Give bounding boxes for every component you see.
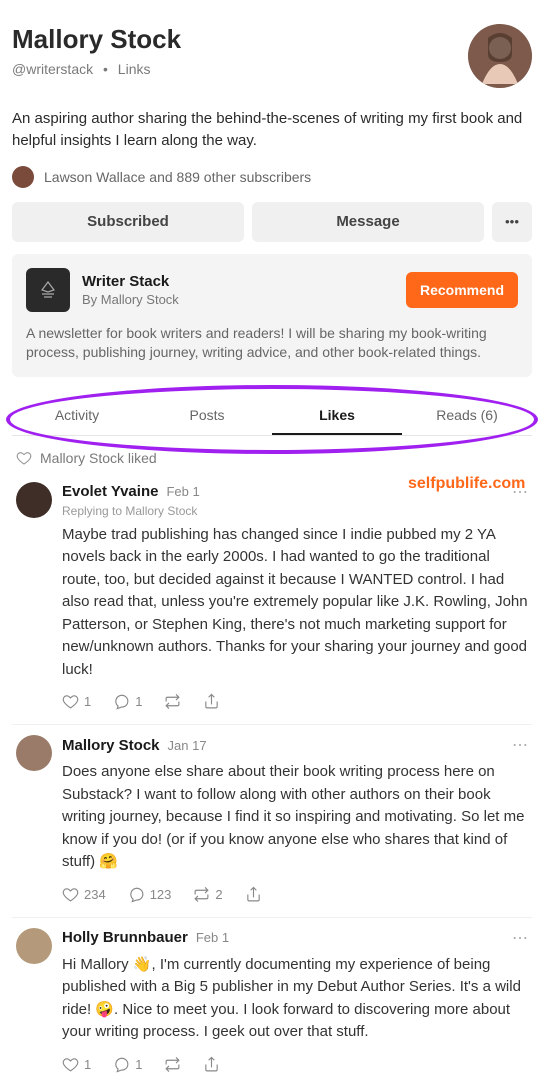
post: Holly Brunnbauer Feb 1 ⋯ Hi Mallory 👋, I… bbox=[12, 918, 532, 1087]
subscribers-text: Lawson Wallace and 889 other subscribers bbox=[44, 169, 311, 185]
comment-button[interactable]: 1 bbox=[113, 1056, 142, 1073]
post-body: Hi Mallory 👋, I'm currently documenting … bbox=[62, 954, 528, 1044]
subscribers-row[interactable]: Lawson Wallace and 889 other subscribers bbox=[12, 166, 532, 188]
newsletter-card: Writer Stack By Mallory Stock Recommend … bbox=[12, 254, 532, 377]
liked-indicator: Mallory Stock liked bbox=[16, 450, 532, 466]
tabs-container: Activity Posts Likes Reads (6) bbox=[12, 395, 532, 436]
restack-button[interactable] bbox=[164, 693, 181, 710]
post-more-icon[interactable]: ⋯ bbox=[512, 928, 528, 948]
profile-bio: An aspiring author sharing the behind-th… bbox=[12, 108, 532, 152]
like-count: 234 bbox=[84, 887, 106, 902]
comment-count: 1 bbox=[135, 694, 142, 709]
comment-count: 123 bbox=[150, 887, 172, 902]
post-more-icon[interactable]: ⋯ bbox=[512, 735, 528, 755]
post-avatar[interactable] bbox=[16, 928, 52, 964]
tab-posts[interactable]: Posts bbox=[142, 395, 272, 435]
newsletter-title[interactable]: Writer Stack bbox=[82, 273, 394, 290]
post-date: Feb 1 bbox=[166, 484, 199, 499]
restack-count: 2 bbox=[215, 887, 222, 902]
share-button[interactable] bbox=[203, 693, 220, 710]
post-date: Jan 17 bbox=[168, 738, 207, 753]
like-button[interactable]: 1 bbox=[62, 693, 91, 710]
subscribed-button[interactable]: Subscribed bbox=[12, 202, 244, 242]
tab-likes[interactable]: Likes bbox=[272, 395, 402, 435]
post: Evolet Yvaine Feb 1 ⋯ Replying to Mallor… bbox=[12, 472, 532, 726]
post-author[interactable]: Mallory Stock bbox=[62, 737, 160, 754]
message-button[interactable]: Message bbox=[252, 202, 484, 242]
tab-activity[interactable]: Activity bbox=[12, 395, 142, 435]
subscriber-avatar bbox=[12, 166, 34, 188]
post-author[interactable]: Evolet Yvaine bbox=[62, 483, 158, 500]
like-button[interactable]: 234 bbox=[62, 886, 106, 903]
like-button[interactable]: 1 bbox=[62, 1056, 91, 1073]
share-button[interactable] bbox=[245, 886, 262, 903]
post-body: Maybe trad publishing has changed since … bbox=[62, 524, 528, 682]
comment-button[interactable]: 1 bbox=[113, 693, 142, 710]
profile-name: Mallory Stock bbox=[12, 24, 181, 55]
post-author[interactable]: Holly Brunnbauer bbox=[62, 929, 188, 946]
like-count: 1 bbox=[84, 694, 91, 709]
post-avatar[interactable] bbox=[16, 482, 52, 518]
liked-label: Mallory Stock liked bbox=[40, 450, 157, 466]
more-button[interactable]: ••• bbox=[492, 202, 532, 242]
newsletter-description: A newsletter for book writers and reader… bbox=[26, 324, 518, 363]
watermark: selfpublife.com bbox=[408, 475, 525, 493]
post: Mallory Stock Jan 17 ⋯ Does anyone else … bbox=[12, 725, 532, 918]
share-button[interactable] bbox=[203, 1056, 220, 1073]
reply-to: Replying to Mallory Stock bbox=[62, 504, 528, 518]
profile-header: Mallory Stock @writerstack • Links bbox=[12, 12, 532, 88]
heart-icon bbox=[16, 450, 32, 466]
restack-button[interactable] bbox=[164, 1056, 181, 1073]
newsletter-logo[interactable] bbox=[26, 268, 70, 312]
comment-button[interactable]: 123 bbox=[128, 886, 172, 903]
newsletter-author: By Mallory Stock bbox=[82, 292, 394, 307]
post-date: Feb 1 bbox=[196, 930, 229, 945]
post-avatar[interactable] bbox=[16, 735, 52, 771]
post-body: Does anyone else share about their book … bbox=[62, 761, 528, 874]
profile-handle[interactable]: @writerstack bbox=[12, 61, 93, 77]
restack-button[interactable]: 2 bbox=[193, 886, 222, 903]
tab-reads[interactable]: Reads (6) bbox=[402, 395, 532, 435]
profile-avatar[interactable] bbox=[468, 24, 532, 88]
separator-dot: • bbox=[103, 61, 108, 77]
recommend-button[interactable]: Recommend bbox=[406, 272, 518, 308]
like-count: 1 bbox=[84, 1057, 91, 1072]
comment-count: 1 bbox=[135, 1057, 142, 1072]
profile-links[interactable]: Links bbox=[118, 61, 151, 77]
